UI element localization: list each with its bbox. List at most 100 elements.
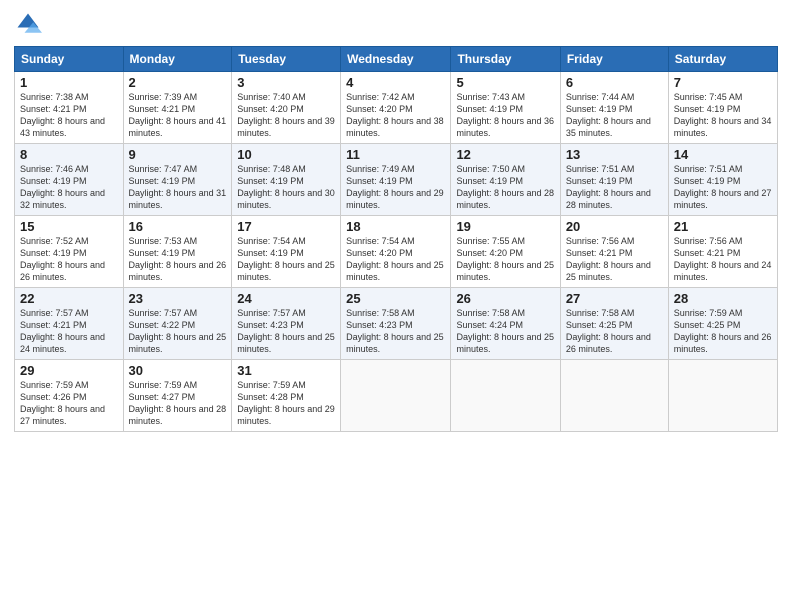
day-info: Sunrise: 7:38 AMSunset: 4:21 PMDaylight:… (20, 91, 118, 140)
day-number: 5 (456, 75, 554, 90)
day-number: 30 (129, 363, 227, 378)
day-info: Sunrise: 7:58 AMSunset: 4:24 PMDaylight:… (456, 307, 554, 356)
day-info: Sunrise: 7:53 AMSunset: 4:19 PMDaylight:… (129, 235, 227, 284)
day-number: 28 (674, 291, 772, 306)
day-info: Sunrise: 7:45 AMSunset: 4:19 PMDaylight:… (674, 91, 772, 140)
day-number: 12 (456, 147, 554, 162)
calendar-cell: 23Sunrise: 7:57 AMSunset: 4:22 PMDayligh… (123, 288, 232, 360)
day-number: 7 (674, 75, 772, 90)
day-number: 29 (20, 363, 118, 378)
day-number: 18 (346, 219, 445, 234)
day-info: Sunrise: 7:58 AMSunset: 4:23 PMDaylight:… (346, 307, 445, 356)
day-number: 22 (20, 291, 118, 306)
calendar-cell: 7Sunrise: 7:45 AMSunset: 4:19 PMDaylight… (668, 72, 777, 144)
day-info: Sunrise: 7:51 AMSunset: 4:19 PMDaylight:… (566, 163, 663, 212)
day-number: 17 (237, 219, 335, 234)
calendar-cell: 6Sunrise: 7:44 AMSunset: 4:19 PMDaylight… (560, 72, 668, 144)
header-day-monday: Monday (123, 47, 232, 72)
week-row-2: 8Sunrise: 7:46 AMSunset: 4:19 PMDaylight… (15, 144, 778, 216)
day-info: Sunrise: 7:39 AMSunset: 4:21 PMDaylight:… (129, 91, 227, 140)
week-row-1: 1Sunrise: 7:38 AMSunset: 4:21 PMDaylight… (15, 72, 778, 144)
day-info: Sunrise: 7:54 AMSunset: 4:19 PMDaylight:… (237, 235, 335, 284)
day-info: Sunrise: 7:55 AMSunset: 4:20 PMDaylight:… (456, 235, 554, 284)
day-info: Sunrise: 7:52 AMSunset: 4:19 PMDaylight:… (20, 235, 118, 284)
day-number: 26 (456, 291, 554, 306)
day-info: Sunrise: 7:42 AMSunset: 4:20 PMDaylight:… (346, 91, 445, 140)
calendar-cell (451, 360, 560, 432)
day-number: 8 (20, 147, 118, 162)
header-day-sunday: Sunday (15, 47, 124, 72)
calendar-cell: 15Sunrise: 7:52 AMSunset: 4:19 PMDayligh… (15, 216, 124, 288)
calendar-cell: 24Sunrise: 7:57 AMSunset: 4:23 PMDayligh… (232, 288, 341, 360)
day-number: 14 (674, 147, 772, 162)
logo-icon (14, 10, 42, 38)
day-info: Sunrise: 7:57 AMSunset: 4:21 PMDaylight:… (20, 307, 118, 356)
day-number: 15 (20, 219, 118, 234)
calendar-cell: 25Sunrise: 7:58 AMSunset: 4:23 PMDayligh… (341, 288, 451, 360)
day-number: 13 (566, 147, 663, 162)
day-info: Sunrise: 7:54 AMSunset: 4:20 PMDaylight:… (346, 235, 445, 284)
header-day-wednesday: Wednesday (341, 47, 451, 72)
day-info: Sunrise: 7:49 AMSunset: 4:19 PMDaylight:… (346, 163, 445, 212)
week-row-4: 22Sunrise: 7:57 AMSunset: 4:21 PMDayligh… (15, 288, 778, 360)
logo (14, 10, 46, 38)
calendar-header-row: SundayMondayTuesdayWednesdayThursdayFrid… (15, 47, 778, 72)
day-number: 11 (346, 147, 445, 162)
day-number: 31 (237, 363, 335, 378)
day-info: Sunrise: 7:58 AMSunset: 4:25 PMDaylight:… (566, 307, 663, 356)
header-row (14, 10, 778, 38)
day-info: Sunrise: 7:59 AMSunset: 4:28 PMDaylight:… (237, 379, 335, 428)
day-info: Sunrise: 7:56 AMSunset: 4:21 PMDaylight:… (566, 235, 663, 284)
calendar-cell: 19Sunrise: 7:55 AMSunset: 4:20 PMDayligh… (451, 216, 560, 288)
calendar-cell: 5Sunrise: 7:43 AMSunset: 4:19 PMDaylight… (451, 72, 560, 144)
day-number: 10 (237, 147, 335, 162)
calendar-cell (668, 360, 777, 432)
day-number: 23 (129, 291, 227, 306)
day-info: Sunrise: 7:57 AMSunset: 4:22 PMDaylight:… (129, 307, 227, 356)
day-info: Sunrise: 7:44 AMSunset: 4:19 PMDaylight:… (566, 91, 663, 140)
calendar-cell: 14Sunrise: 7:51 AMSunset: 4:19 PMDayligh… (668, 144, 777, 216)
header-day-tuesday: Tuesday (232, 47, 341, 72)
day-number: 19 (456, 219, 554, 234)
day-info: Sunrise: 7:56 AMSunset: 4:21 PMDaylight:… (674, 235, 772, 284)
calendar-cell: 17Sunrise: 7:54 AMSunset: 4:19 PMDayligh… (232, 216, 341, 288)
calendar-cell: 10Sunrise: 7:48 AMSunset: 4:19 PMDayligh… (232, 144, 341, 216)
calendar-cell: 30Sunrise: 7:59 AMSunset: 4:27 PMDayligh… (123, 360, 232, 432)
day-number: 27 (566, 291, 663, 306)
day-number: 16 (129, 219, 227, 234)
calendar-cell: 4Sunrise: 7:42 AMSunset: 4:20 PMDaylight… (341, 72, 451, 144)
day-info: Sunrise: 7:59 AMSunset: 4:26 PMDaylight:… (20, 379, 118, 428)
calendar-cell: 21Sunrise: 7:56 AMSunset: 4:21 PMDayligh… (668, 216, 777, 288)
day-number: 9 (129, 147, 227, 162)
header-day-thursday: Thursday (451, 47, 560, 72)
day-info: Sunrise: 7:57 AMSunset: 4:23 PMDaylight:… (237, 307, 335, 356)
day-number: 1 (20, 75, 118, 90)
day-number: 4 (346, 75, 445, 90)
calendar-cell (341, 360, 451, 432)
calendar-cell: 12Sunrise: 7:50 AMSunset: 4:19 PMDayligh… (451, 144, 560, 216)
calendar-cell: 1Sunrise: 7:38 AMSunset: 4:21 PMDaylight… (15, 72, 124, 144)
day-number: 3 (237, 75, 335, 90)
day-number: 21 (674, 219, 772, 234)
page-container: SundayMondayTuesdayWednesdayThursdayFrid… (0, 0, 792, 440)
day-number: 24 (237, 291, 335, 306)
day-info: Sunrise: 7:46 AMSunset: 4:19 PMDaylight:… (20, 163, 118, 212)
week-row-3: 15Sunrise: 7:52 AMSunset: 4:19 PMDayligh… (15, 216, 778, 288)
day-info: Sunrise: 7:47 AMSunset: 4:19 PMDaylight:… (129, 163, 227, 212)
calendar-cell: 13Sunrise: 7:51 AMSunset: 4:19 PMDayligh… (560, 144, 668, 216)
header-day-friday: Friday (560, 47, 668, 72)
day-info: Sunrise: 7:50 AMSunset: 4:19 PMDaylight:… (456, 163, 554, 212)
day-number: 6 (566, 75, 663, 90)
calendar-cell: 27Sunrise: 7:58 AMSunset: 4:25 PMDayligh… (560, 288, 668, 360)
calendar-cell: 9Sunrise: 7:47 AMSunset: 4:19 PMDaylight… (123, 144, 232, 216)
day-info: Sunrise: 7:59 AMSunset: 4:25 PMDaylight:… (674, 307, 772, 356)
calendar-cell: 18Sunrise: 7:54 AMSunset: 4:20 PMDayligh… (341, 216, 451, 288)
calendar-cell: 16Sunrise: 7:53 AMSunset: 4:19 PMDayligh… (123, 216, 232, 288)
day-info: Sunrise: 7:48 AMSunset: 4:19 PMDaylight:… (237, 163, 335, 212)
day-number: 20 (566, 219, 663, 234)
day-number: 2 (129, 75, 227, 90)
calendar-cell: 28Sunrise: 7:59 AMSunset: 4:25 PMDayligh… (668, 288, 777, 360)
calendar-cell: 29Sunrise: 7:59 AMSunset: 4:26 PMDayligh… (15, 360, 124, 432)
week-row-5: 29Sunrise: 7:59 AMSunset: 4:26 PMDayligh… (15, 360, 778, 432)
calendar-cell: 11Sunrise: 7:49 AMSunset: 4:19 PMDayligh… (341, 144, 451, 216)
